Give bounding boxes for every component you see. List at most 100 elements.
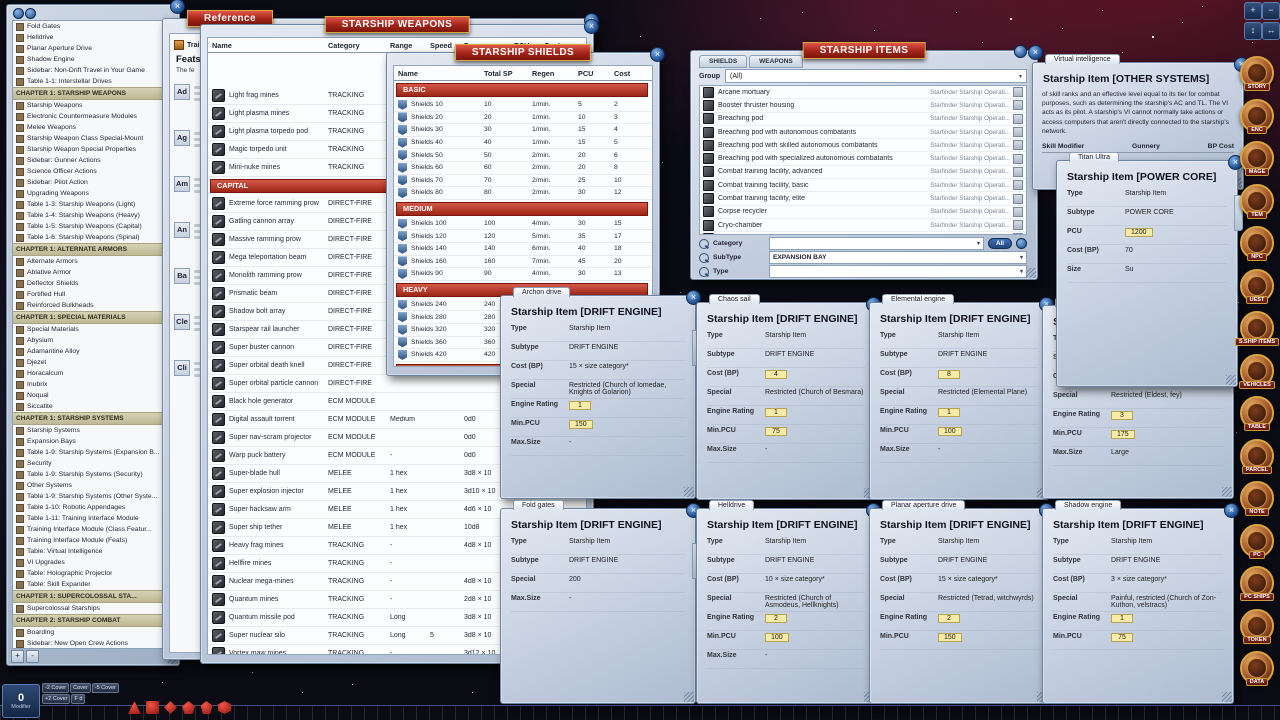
item-row[interactable]: Breaching podStarfinder Starship Operati… <box>700 113 1026 126</box>
tab-weapons[interactable]: WEAPONS <box>749 55 803 68</box>
col-bp-cost[interactable]: BP Cost <box>1208 143 1234 150</box>
window-tab[interactable]: Virtual intelligence <box>1045 54 1120 64</box>
sidebar-button-s-ship-items[interactable]: S.SHIP ITEMS <box>1234 311 1280 354</box>
nav-item[interactable]: Sidebar: Pilot Action <box>13 177 173 188</box>
field-value-box[interactable]: 4 <box>765 370 787 379</box>
window-tab[interactable]: Archon drive <box>513 287 570 297</box>
nav-item[interactable]: Other Systems <box>13 480 173 491</box>
nav-item[interactable]: Fortified Hull <box>13 289 173 300</box>
window-tab[interactable]: Planar aperture drive <box>882 500 965 510</box>
field-value-box[interactable]: 150 <box>938 633 962 642</box>
field-value-box[interactable]: 1200 <box>1125 228 1153 237</box>
nav-section-header[interactable]: CHAPTER 1: ALTERNATE ARMORS <box>13 243 173 256</box>
shield-row[interactable]: Shields 1201205/min.3517 <box>394 230 652 243</box>
item-link-button[interactable] <box>1013 220 1023 230</box>
die-d4[interactable] <box>128 701 141 714</box>
shield-row[interactable]: Shields 40401/min.155 <box>394 137 652 150</box>
nav-item[interactable]: Boarding <box>13 627 173 638</box>
subtype-filter-input[interactable]: EXPANSION BAY ▾ <box>769 251 1027 264</box>
item-link-button[interactable] <box>1013 87 1023 97</box>
field-value-box[interactable]: 1 <box>765 408 787 417</box>
pan-vertical-icon[interactable]: ↕ <box>1244 22 1262 40</box>
tab-shields[interactable]: SHIELDS <box>699 55 747 68</box>
nav-item[interactable]: Sidebar: Non-Drift Travel in Your Game <box>13 65 173 76</box>
nav-item[interactable]: Security <box>13 458 173 469</box>
nav-item[interactable]: Sidebar: New Open Crew Actions <box>13 638 173 649</box>
sidebar-button-npc[interactable]: NPC <box>1234 226 1280 269</box>
window-tab[interactable]: Fold gates <box>513 500 564 510</box>
resize-grip[interactable] <box>1222 692 1232 702</box>
nav-item[interactable]: Training Interface Module (Class Featur.… <box>13 524 173 535</box>
resize-grip[interactable] <box>1222 487 1232 497</box>
zoom-out-button[interactable]: - <box>26 650 39 663</box>
col-gunnery[interactable]: Gunnery <box>1132 143 1160 150</box>
nav-item[interactable]: VI Upgrades <box>13 557 173 568</box>
nav-section-header[interactable]: CHAPTER 1: STARSHIP WEAPONS <box>13 87 173 100</box>
nav-section-header[interactable]: CHAPTER 2: STARSHIP COMBAT <box>13 614 173 627</box>
die-d12[interactable] <box>200 701 213 714</box>
nav-item[interactable]: Djezet <box>13 357 173 368</box>
window-tab[interactable]: Chaos sail <box>709 294 760 304</box>
item-link-button[interactable] <box>1013 127 1023 137</box>
nav-item[interactable]: Deflector Shields <box>13 278 173 289</box>
window-menu-icon[interactable] <box>13 8 24 19</box>
shield-row[interactable]: Shields 80802/min.3012 <box>394 187 652 200</box>
item-link-button[interactable] <box>1013 100 1023 110</box>
field-value-box[interactable]: 150 <box>569 420 593 429</box>
nav-item[interactable]: Alternate Armors <box>13 256 173 267</box>
die-d8[interactable] <box>164 701 177 714</box>
nav-item[interactable]: Table 1-3: Starship Weapons (Light) <box>13 199 173 210</box>
modifier-button[interactable]: Cover <box>70 683 91 693</box>
window-tab[interactable]: Titan Ultra <box>1069 152 1119 162</box>
pin-icon[interactable] <box>1014 45 1027 58</box>
nav-item[interactable]: Shadow Engine <box>13 54 173 65</box>
nav-item[interactable]: Inubrix <box>13 379 173 390</box>
shield-row[interactable]: Shields 1401406/min.4018 <box>394 243 652 256</box>
item-link-button[interactable] <box>1013 194 1023 204</box>
item-row[interactable]: Breaching pod with specialized autonomou… <box>700 152 1026 165</box>
col-pcu[interactable]: PCU <box>578 69 614 78</box>
type-filter-input[interactable]: ▾ <box>769 265 1027 278</box>
nav-item[interactable]: Table 1-1: Interstellar Drives <box>13 76 173 87</box>
zoom-in-icon[interactable]: + <box>1244 2 1262 20</box>
nav-item[interactable]: Adamantine Alloy <box>13 346 173 357</box>
filter-menu-icon[interactable] <box>1016 238 1027 249</box>
nav-item[interactable]: Planar Aperture Drive <box>13 43 173 54</box>
item-link-button[interactable] <box>1013 180 1023 190</box>
nav-section-header[interactable]: CHAPTER 1: SUPERCOLOSSAL STA... <box>13 590 173 603</box>
item-row[interactable]: Booster thruster housingStarfinder Stars… <box>700 99 1026 112</box>
shield-row[interactable]: Shields 50502/min.206 <box>394 149 652 162</box>
close-icon[interactable]: × <box>1028 45 1043 60</box>
sidebar-button-tem[interactable]: TEM <box>1234 184 1280 227</box>
sidebar-button-token[interactable]: TOKEN <box>1234 609 1280 652</box>
field-value-box[interactable]: 100 <box>938 427 962 436</box>
item-row[interactable]: Breaching pod with autonomous combatants… <box>700 126 1026 139</box>
nav-item[interactable]: Ablative Armor <box>13 267 173 278</box>
modifier-button[interactable]: F d <box>71 694 85 704</box>
nav-item[interactable]: Training Interface Module (Feats) <box>13 535 173 546</box>
close-icon[interactable]: × <box>584 19 599 34</box>
nav-item[interactable]: Abysium <box>13 335 173 346</box>
nav-item[interactable]: Horacalcum <box>13 368 173 379</box>
sidebar-button-data[interactable]: DATA <box>1234 651 1280 694</box>
item-link-button[interactable] <box>1013 154 1023 164</box>
window-title-ribbon[interactable]: STARSHIP WEAPONS <box>325 16 470 33</box>
window-options-icon[interactable] <box>25 8 36 19</box>
nav-item[interactable]: Starship Weapons <box>13 100 173 111</box>
nav-item[interactable]: Starship Weapon Class Special-Mount <box>13 133 173 144</box>
modifier-button[interactable]: -2 Cover <box>42 683 69 693</box>
field-value-box[interactable]: 8 <box>938 370 960 379</box>
nav-item[interactable]: Table 1-10: Robotic Appendages <box>13 502 173 513</box>
zoom-in-button[interactable]: + <box>11 650 24 663</box>
nav-item[interactable]: Fold Gates <box>13 21 173 32</box>
item-link-button[interactable] <box>1013 233 1023 235</box>
nav-item[interactable]: Table: Holographic Projector <box>13 568 173 579</box>
item-row[interactable]: Dedicated computer housingStarfinder Sta… <box>700 232 1026 235</box>
nav-item[interactable]: Table 1-6: Starship Weapons (Spinal) <box>13 232 173 243</box>
modifier-box[interactable]: 0 Modifier <box>2 684 40 718</box>
col-regen[interactable]: Regen <box>532 69 578 78</box>
nav-item[interactable]: Expansion Bays <box>13 436 173 447</box>
close-icon[interactable]: × <box>170 0 185 14</box>
col-name[interactable]: Name <box>212 41 328 50</box>
field-value-box[interactable]: 175 <box>1111 430 1135 439</box>
